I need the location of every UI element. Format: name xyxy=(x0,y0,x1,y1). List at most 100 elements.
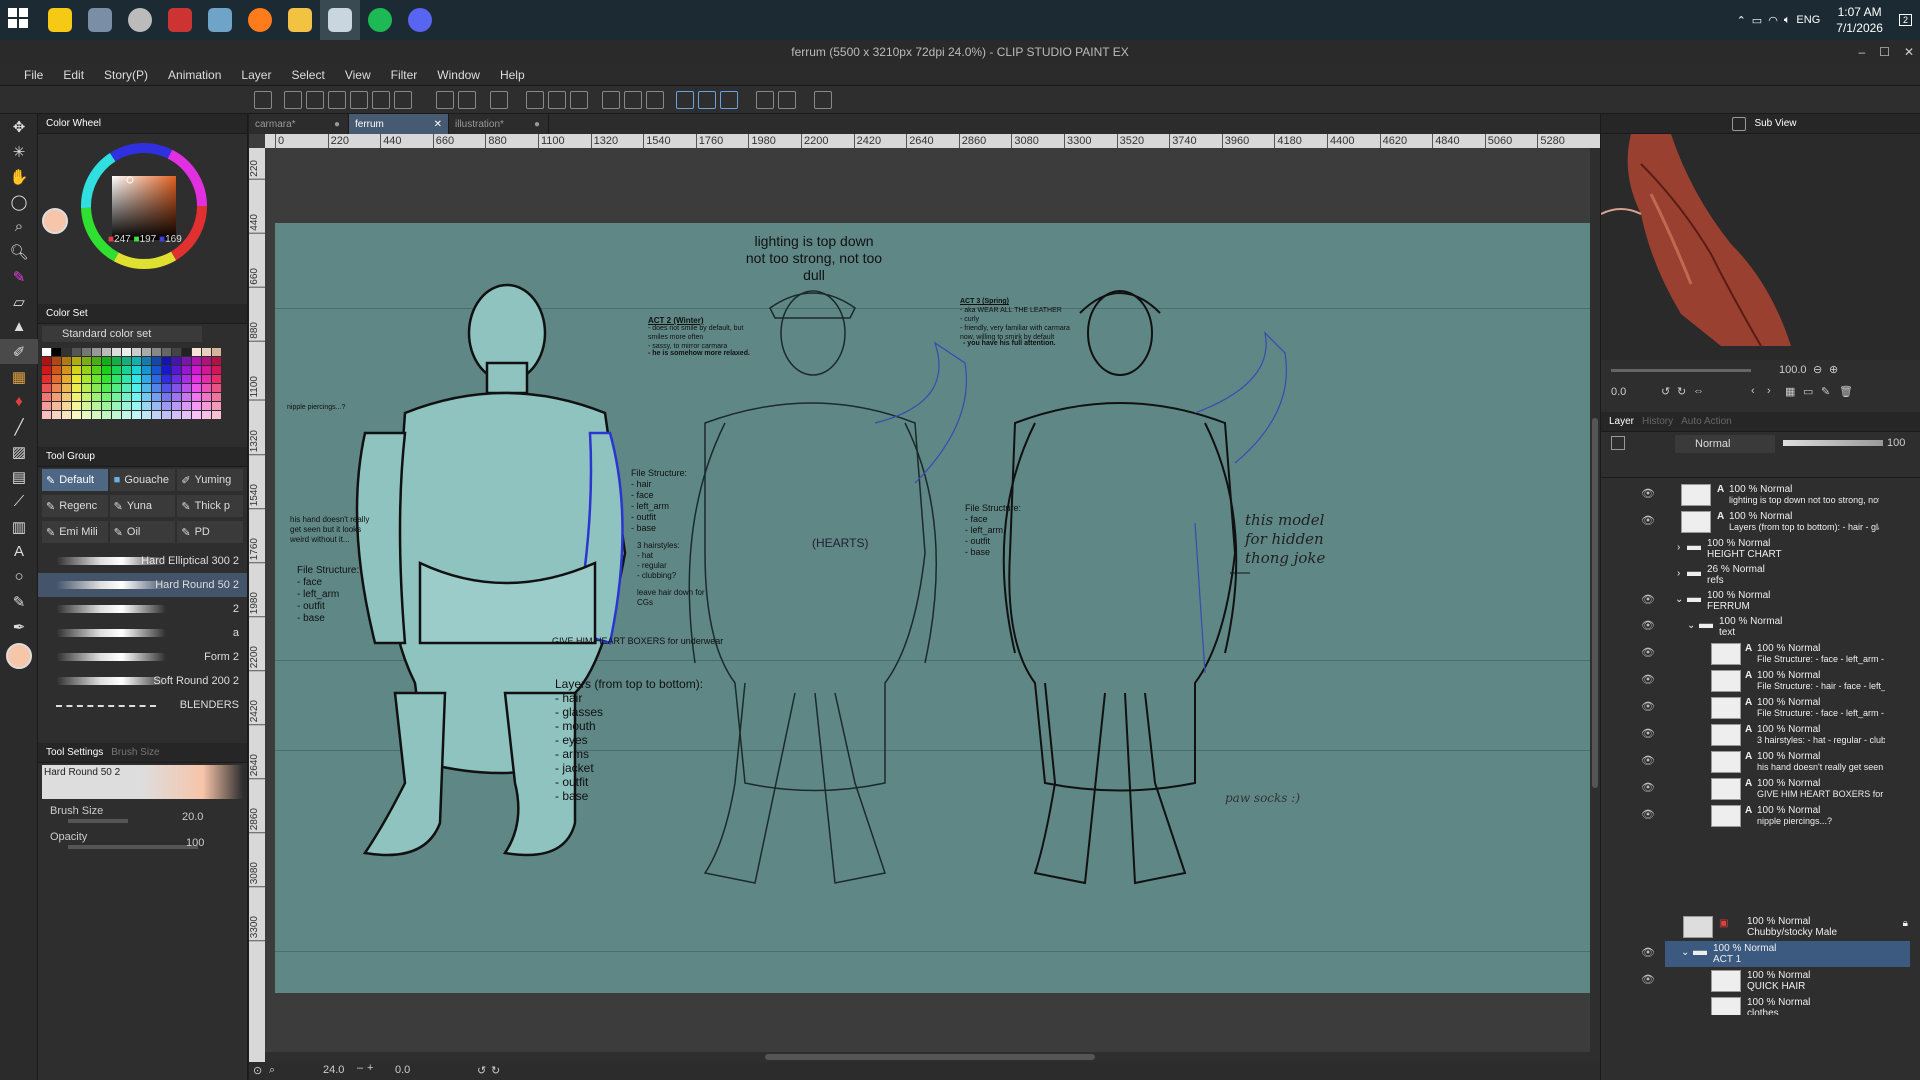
color-swatch[interactable] xyxy=(122,348,131,356)
sticky-notes-icon[interactable] xyxy=(40,0,80,40)
color-swatch[interactable] xyxy=(82,384,91,392)
color-swatch[interactable] xyxy=(112,402,121,410)
color-swatch[interactable] xyxy=(162,384,171,392)
menu-animation[interactable]: Animation xyxy=(158,68,231,82)
color-swatch[interactable] xyxy=(142,411,151,419)
eye-icon[interactable]: 👁︎ xyxy=(1641,948,1655,959)
transform-icon[interactable] xyxy=(570,91,588,109)
color-swatch[interactable] xyxy=(172,402,181,410)
color-wheel-tab[interactable]: Color Wheel xyxy=(38,114,247,134)
color-swatch[interactable] xyxy=(122,411,131,419)
color-swatch[interactable] xyxy=(62,411,71,419)
color-swatch[interactable] xyxy=(132,384,141,392)
rotate-right-icon[interactable]: ↻ xyxy=(491,1064,500,1077)
color-swatch[interactable] xyxy=(162,348,171,356)
tool-group-pd[interactable]: ✎ PD xyxy=(177,521,244,543)
color-swatch[interactable] xyxy=(162,375,171,383)
color-swatch[interactable] xyxy=(102,393,111,401)
color-swatch[interactable] xyxy=(162,393,171,401)
color-swatch[interactable] xyxy=(72,384,81,392)
wifi-icon[interactable]: ◠ xyxy=(1768,14,1778,27)
color-swatch[interactable] xyxy=(82,366,91,374)
menu-select[interactable]: Select xyxy=(281,68,334,82)
color-swatch[interactable] xyxy=(152,357,161,365)
color-swatch[interactable] xyxy=(72,402,81,410)
color-swatch[interactable] xyxy=(112,348,121,356)
color-swatch[interactable] xyxy=(52,402,61,410)
snap-icon[interactable] xyxy=(624,91,642,109)
color-swatch[interactable] xyxy=(52,393,61,401)
file-explorer-icon[interactable] xyxy=(280,0,320,40)
color-swatch[interactable] xyxy=(202,357,211,365)
color-swatch[interactable] xyxy=(182,366,191,374)
color-swatch[interactable] xyxy=(192,357,201,365)
color-swatch[interactable] xyxy=(112,357,121,365)
lock-icon[interactable]: 🔒︎ xyxy=(1903,918,1908,929)
color-swatch[interactable] xyxy=(62,384,71,392)
sub-view-tab[interactable]: Sub View xyxy=(1601,114,1920,134)
layer-item[interactable]: 👁︎ A 100 % Normal lighting is top down not … xyxy=(1641,482,1910,508)
layer-folder[interactable]: 👁︎ ⌄ ▬ 100 % Normal FERRUM xyxy=(1641,588,1910,614)
layer-item[interactable]: 👁︎ A 100 % Normal File Structure: - hair - … xyxy=(1641,668,1910,694)
previous-image-icon[interactable]: ‹ xyxy=(1751,385,1755,397)
zoom-out-icon[interactable]: ⊖ xyxy=(1813,363,1822,376)
color-swatch[interactable] xyxy=(142,393,151,401)
windows-start-icon[interactable] xyxy=(0,0,40,40)
color-swatch[interactable] xyxy=(92,411,101,419)
color-swatch[interactable] xyxy=(132,393,141,401)
color-swatch[interactable] xyxy=(172,411,181,419)
magic-wand-tool-icon[interactable]: ✳ xyxy=(0,139,38,164)
zoom-value[interactable]: 24.0 xyxy=(323,1064,344,1076)
mobile-icon[interactable] xyxy=(814,91,832,109)
text-tool-icon[interactable]: A xyxy=(0,539,38,564)
new-file-icon[interactable] xyxy=(284,91,302,109)
color-wheel-graphic[interactable] xyxy=(38,134,248,284)
color-swatch[interactable] xyxy=(52,411,61,419)
color-swatch[interactable] xyxy=(112,375,121,383)
sub-view-zoom-slider[interactable] xyxy=(1611,369,1751,372)
next-image-icon[interactable]: › xyxy=(1767,385,1771,397)
color-swatch[interactable] xyxy=(92,366,101,374)
color-swatch[interactable] xyxy=(172,393,181,401)
color-swatch[interactable] xyxy=(172,348,181,356)
color-swatch[interactable] xyxy=(62,375,71,383)
clock[interactable]: 1:07 AM 7/1/2026 xyxy=(1836,4,1883,36)
color-swatch[interactable] xyxy=(122,357,131,365)
color-swatch[interactable] xyxy=(82,375,91,383)
color-set-dropdown[interactable]: Standard color set xyxy=(42,326,202,342)
color-swatch[interactable] xyxy=(192,393,201,401)
opacity-value[interactable]: 100 xyxy=(186,837,204,849)
color-swatch[interactable] xyxy=(92,348,101,356)
layer-folder[interactable]: 👁︎ ⌄ ▬ 100 % Normal text xyxy=(1641,614,1910,640)
color-swatch[interactable] xyxy=(202,384,211,392)
color-swatch[interactable] xyxy=(182,375,191,383)
tab-auto-action[interactable]: Auto Action xyxy=(1681,416,1732,427)
discord-icon[interactable] xyxy=(400,0,440,40)
color-swatch[interactable] xyxy=(212,402,221,410)
menu-filter[interactable]: Filter xyxy=(381,68,428,82)
brush-item[interactable]: Hard Elliptical 300 2 xyxy=(38,549,247,573)
brush-size-value[interactable]: 20.0 xyxy=(182,811,203,823)
color-swatch[interactable] xyxy=(162,411,171,419)
color-swatch[interactable] xyxy=(162,402,171,410)
color-swatch[interactable] xyxy=(202,402,211,410)
eye-icon[interactable]: 👁︎ xyxy=(1641,810,1655,821)
layer-item[interactable]: 👁︎ A 100 % Normal Layers (from top to botto… xyxy=(1641,509,1910,535)
color-swatch[interactable] xyxy=(122,375,131,383)
color-swatch[interactable] xyxy=(122,402,131,410)
color-swatch[interactable] xyxy=(172,357,181,365)
color-swatch[interactable] xyxy=(212,357,221,365)
opacity-slider[interactable] xyxy=(68,845,198,849)
color-swatch[interactable] xyxy=(132,348,141,356)
layer-folder-selected[interactable]: 👁︎ ⌄ ▬ 100 % Normal ACT 1 xyxy=(1641,941,1910,967)
brush-item[interactable]: Form 2 xyxy=(38,645,247,669)
zoom-in-icon[interactable]: + xyxy=(367,1062,373,1074)
color-swatch[interactable] xyxy=(82,402,91,410)
layer-item[interactable]: 100 % Normal clothes xyxy=(1671,995,1910,1015)
color-swatch[interactable] xyxy=(192,366,201,374)
layer-opacity-slider[interactable] xyxy=(1783,440,1883,446)
color-swatch[interactable] xyxy=(132,402,141,410)
decoration-tool-icon[interactable]: ▦ xyxy=(0,364,38,389)
collapse-chevron-icon[interactable]: ⌄ xyxy=(1675,594,1683,605)
dropper-tool-icon[interactable]: ⟋ xyxy=(0,489,38,514)
